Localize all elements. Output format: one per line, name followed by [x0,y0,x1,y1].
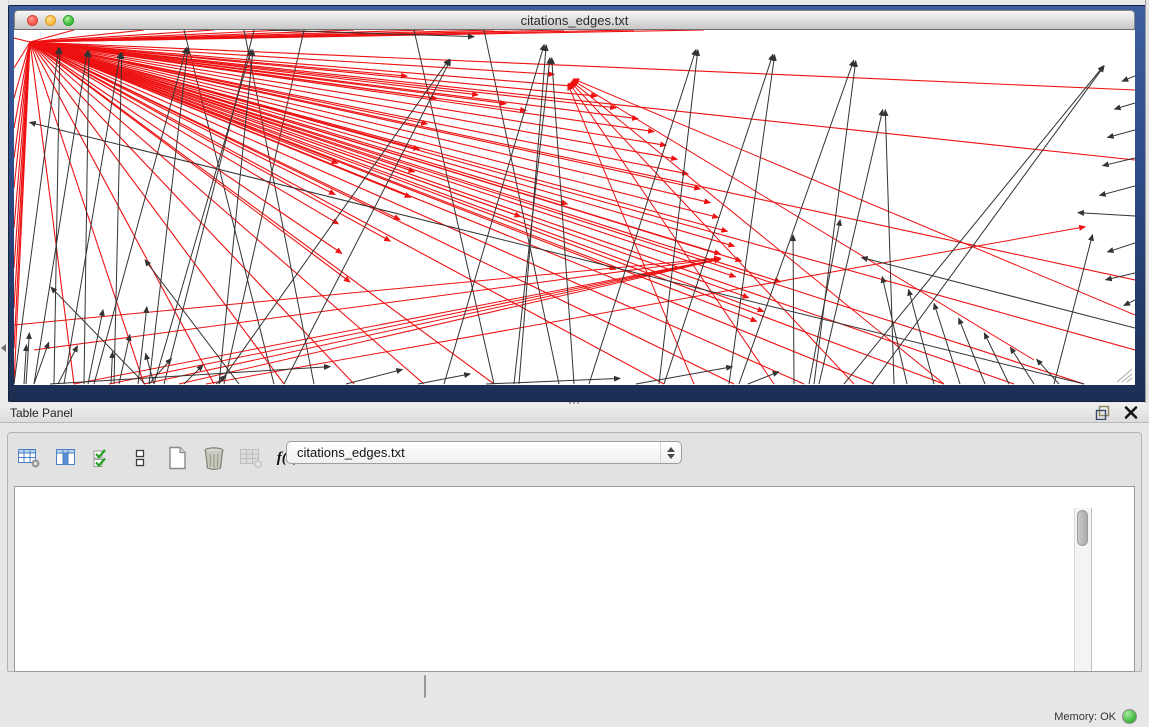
table-selector-combobox[interactable]: citations_edges.txt [286,441,682,464]
node-attribute-table [14,486,1135,672]
table-panel: Table Panel [0,403,1149,727]
citation-network-graph [14,30,1135,385]
table-header-row [15,487,1134,507]
combobox-stepper-icon [660,442,681,463]
new-file-icon[interactable] [164,445,190,471]
canvas-resize-grip[interactable] [1113,367,1133,383]
table-vertical-scrollbar[interactable] [1074,508,1092,671]
scrollbar-thumb[interactable] [1077,510,1088,546]
table-panel-header: Table Panel [0,403,1149,423]
table-mode-tabs [424,675,426,698]
table-panel-title: Table Panel [10,406,73,420]
table-selector-value: citations_edges.txt [287,445,660,460]
show-columns-icon[interactable] [53,445,79,471]
table-panel-body: f(x) citations_edges.txt [7,432,1142,672]
network-canvas[interactable] [14,30,1135,385]
import-table-icon[interactable] [238,445,264,471]
table-toolbar: f(x) [16,442,301,474]
memory-status-label: Memory: OK [1054,711,1116,723]
row-height-icon[interactable] [127,445,153,471]
float-panel-icon[interactable] [1095,405,1111,420]
select-all-check-icon[interactable] [90,445,116,471]
network-window-titlebar[interactable]: citations_edges.txt [14,10,1135,30]
delete-trash-icon[interactable] [201,445,227,471]
table-body [15,507,1134,671]
network-view-window: citations_edges.txt [8,5,1146,402]
splitter-grip[interactable] [566,399,582,406]
collapse-arrow-icon[interactable] [1,344,6,352]
close-panel-icon[interactable] [1123,405,1139,420]
table-settings-icon[interactable] [16,445,42,471]
right-panel-sliver [1145,0,1149,403]
memory-ok-indicator[interactable] [1122,709,1137,724]
status-bar: Memory: OK [1054,709,1137,724]
network-window-title: citations_edges.txt [15,13,1134,28]
